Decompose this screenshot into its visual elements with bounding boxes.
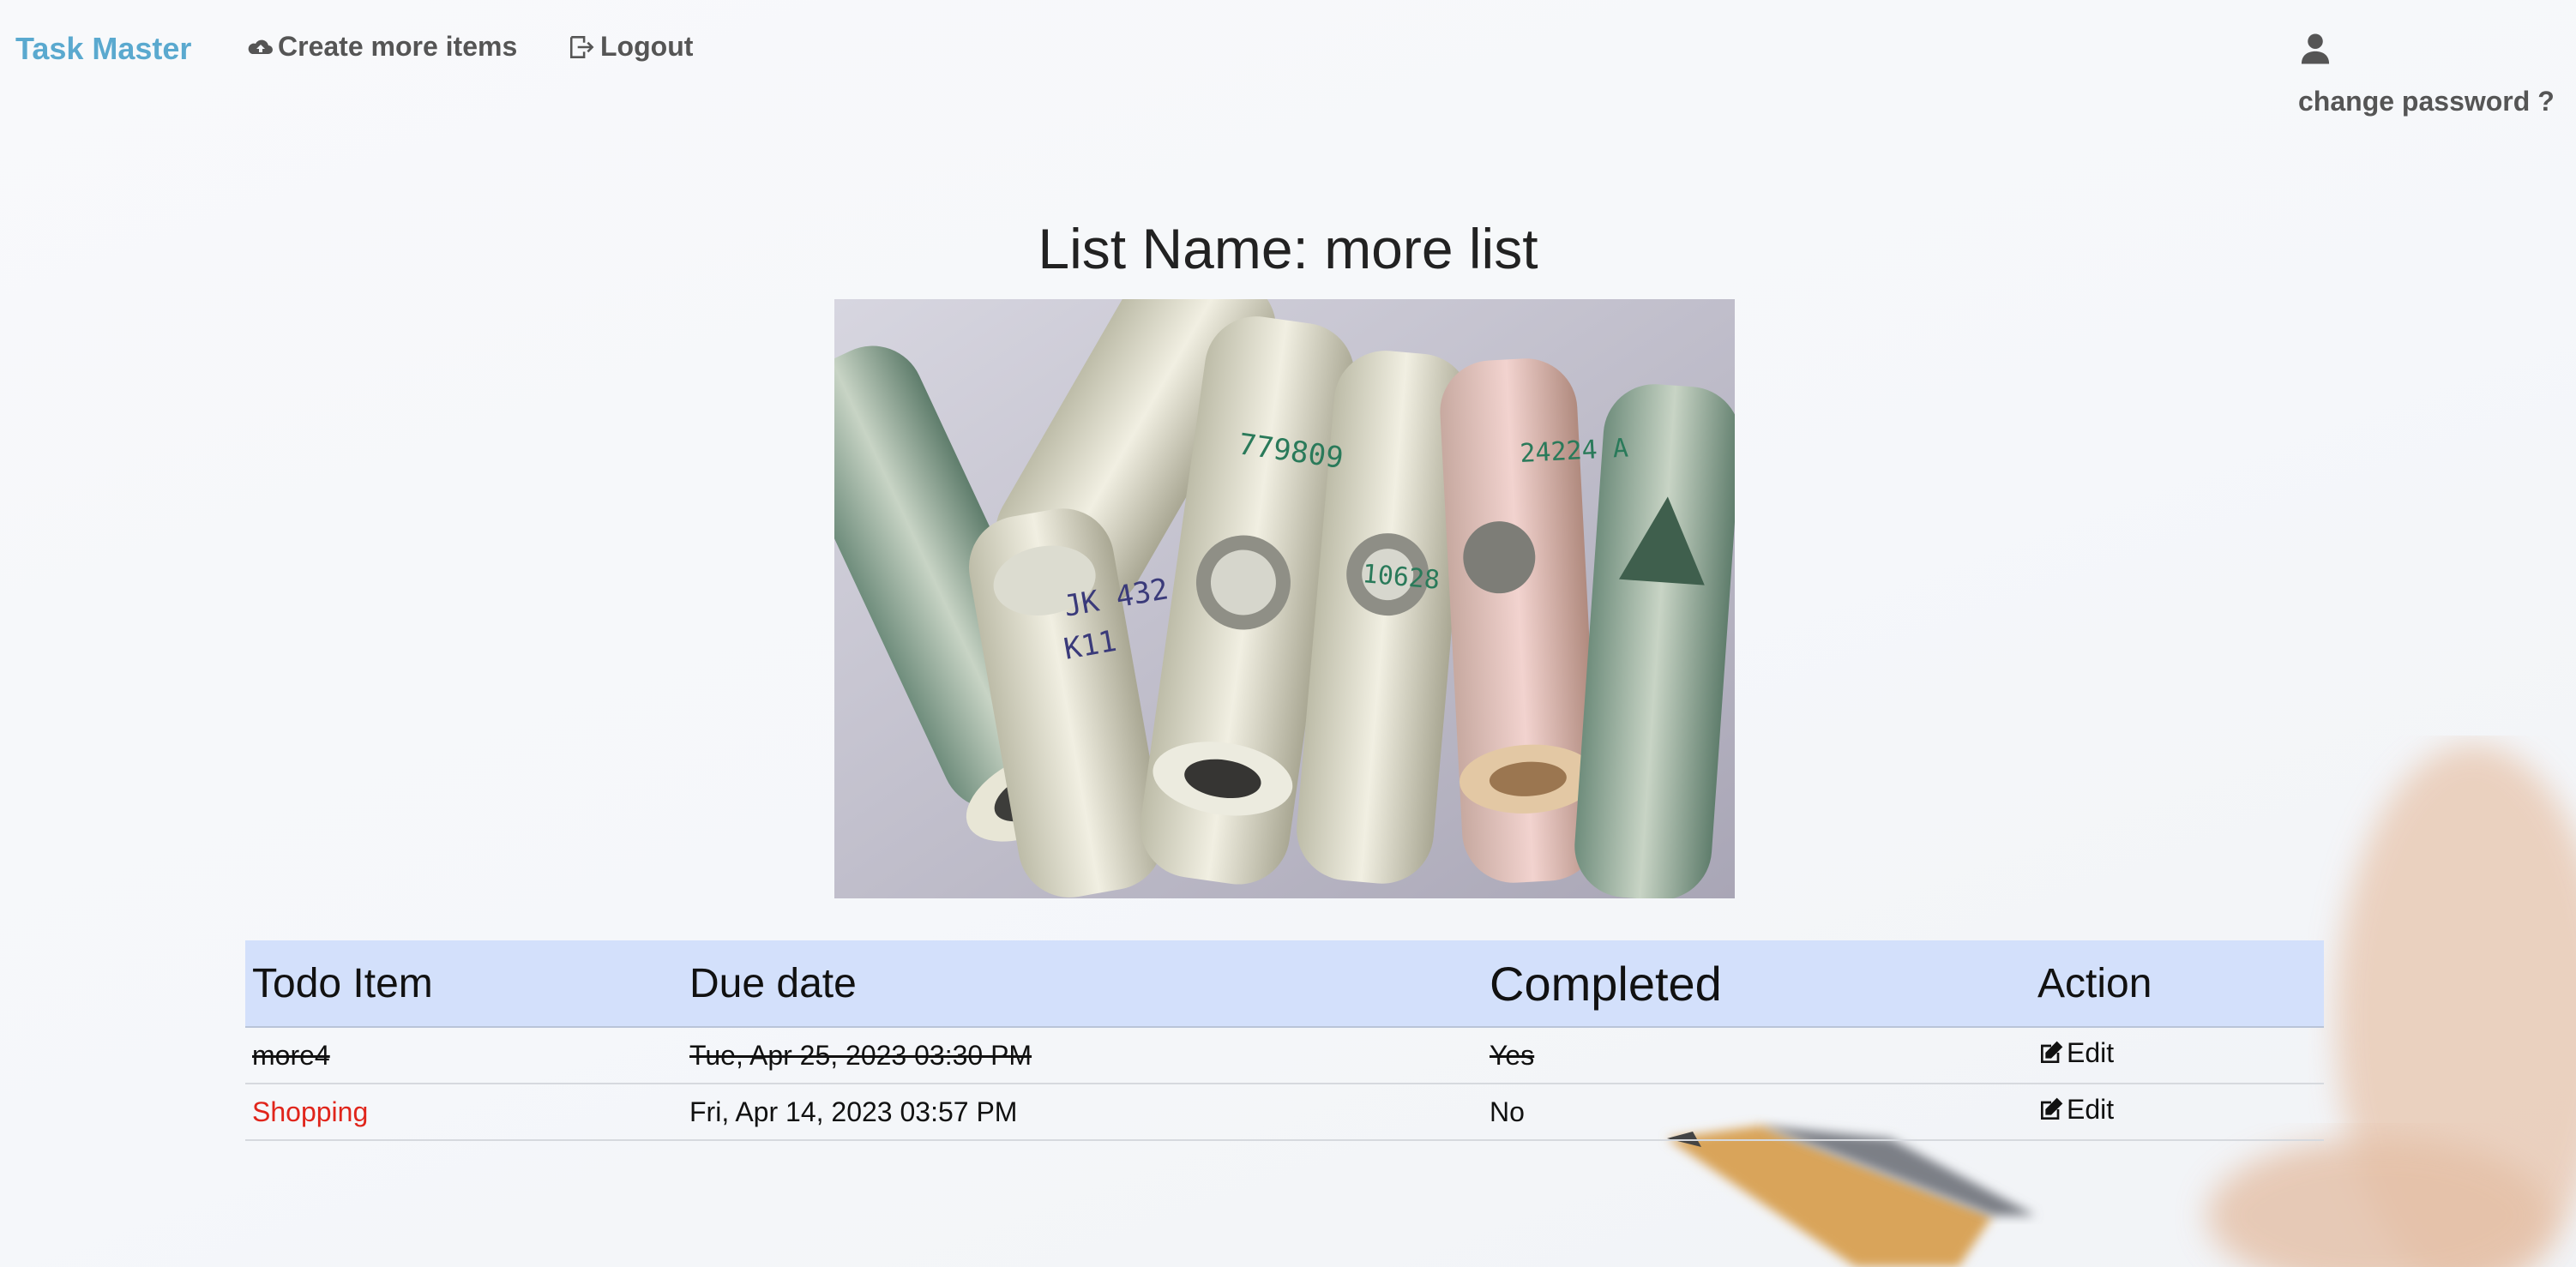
completed-cell: No [1483,1084,2031,1141]
action-cell: Edit [2031,1027,2324,1084]
action-cell: Edit [2031,1084,2324,1141]
navbar: Task Master Create more items Logout cha… [0,0,2576,117]
table-header-row: Todo Item Due date Completed Action [245,940,2324,1028]
logout-link[interactable]: Logout [568,31,693,63]
edit-label: Edit [2067,1036,2115,1068]
table-row: Shopping Fri, Apr 14, 2023 03:57 PM No E… [245,1084,2324,1141]
user-icon[interactable] [2300,33,2331,69]
todo-item-cell: Shopping [245,1084,683,1141]
hero-image-rolled-dollar-bills: 779809 10628 JK 432 K11 24224 A [834,299,1735,898]
create-items-label: Create more items [278,31,518,62]
logout-label: Logout [600,31,694,62]
edit-icon [2041,1041,2063,1064]
table-row: more4 Tue, Apr 25, 2023 03:30 PM Yes Edi… [245,1027,2324,1084]
brand-logo[interactable]: Task Master [15,31,191,67]
edit-label: Edit [2067,1093,2115,1125]
logout-icon [569,35,594,58]
header-due-date: Due date [683,940,1483,1028]
header-action: Action [2031,940,2324,1028]
create-items-link[interactable]: Create more items [247,31,517,63]
page-title: List Name: more list [1038,217,1538,280]
due-date-cell: Tue, Apr 25, 2023 03:30 PM [683,1027,1483,1084]
todo-table: Todo Item Due date Completed Action more… [245,940,2324,1141]
edit-button[interactable]: Edit [2037,1094,2114,1126]
edit-icon [2041,1097,2063,1120]
header-completed: Completed [1483,940,2031,1028]
due-date-cell: Fri, Apr 14, 2023 03:57 PM [683,1084,1483,1141]
change-password-link[interactable]: change password ? [2298,86,2555,117]
completed-cell: Yes [1483,1027,2031,1084]
header-todo-item: Todo Item [245,940,683,1028]
svg-text:24224 A: 24224 A [1520,433,1629,469]
edit-button[interactable]: Edit [2037,1037,2114,1069]
todo-item-cell: more4 [245,1027,683,1084]
cloud-upload-icon [248,39,273,54]
